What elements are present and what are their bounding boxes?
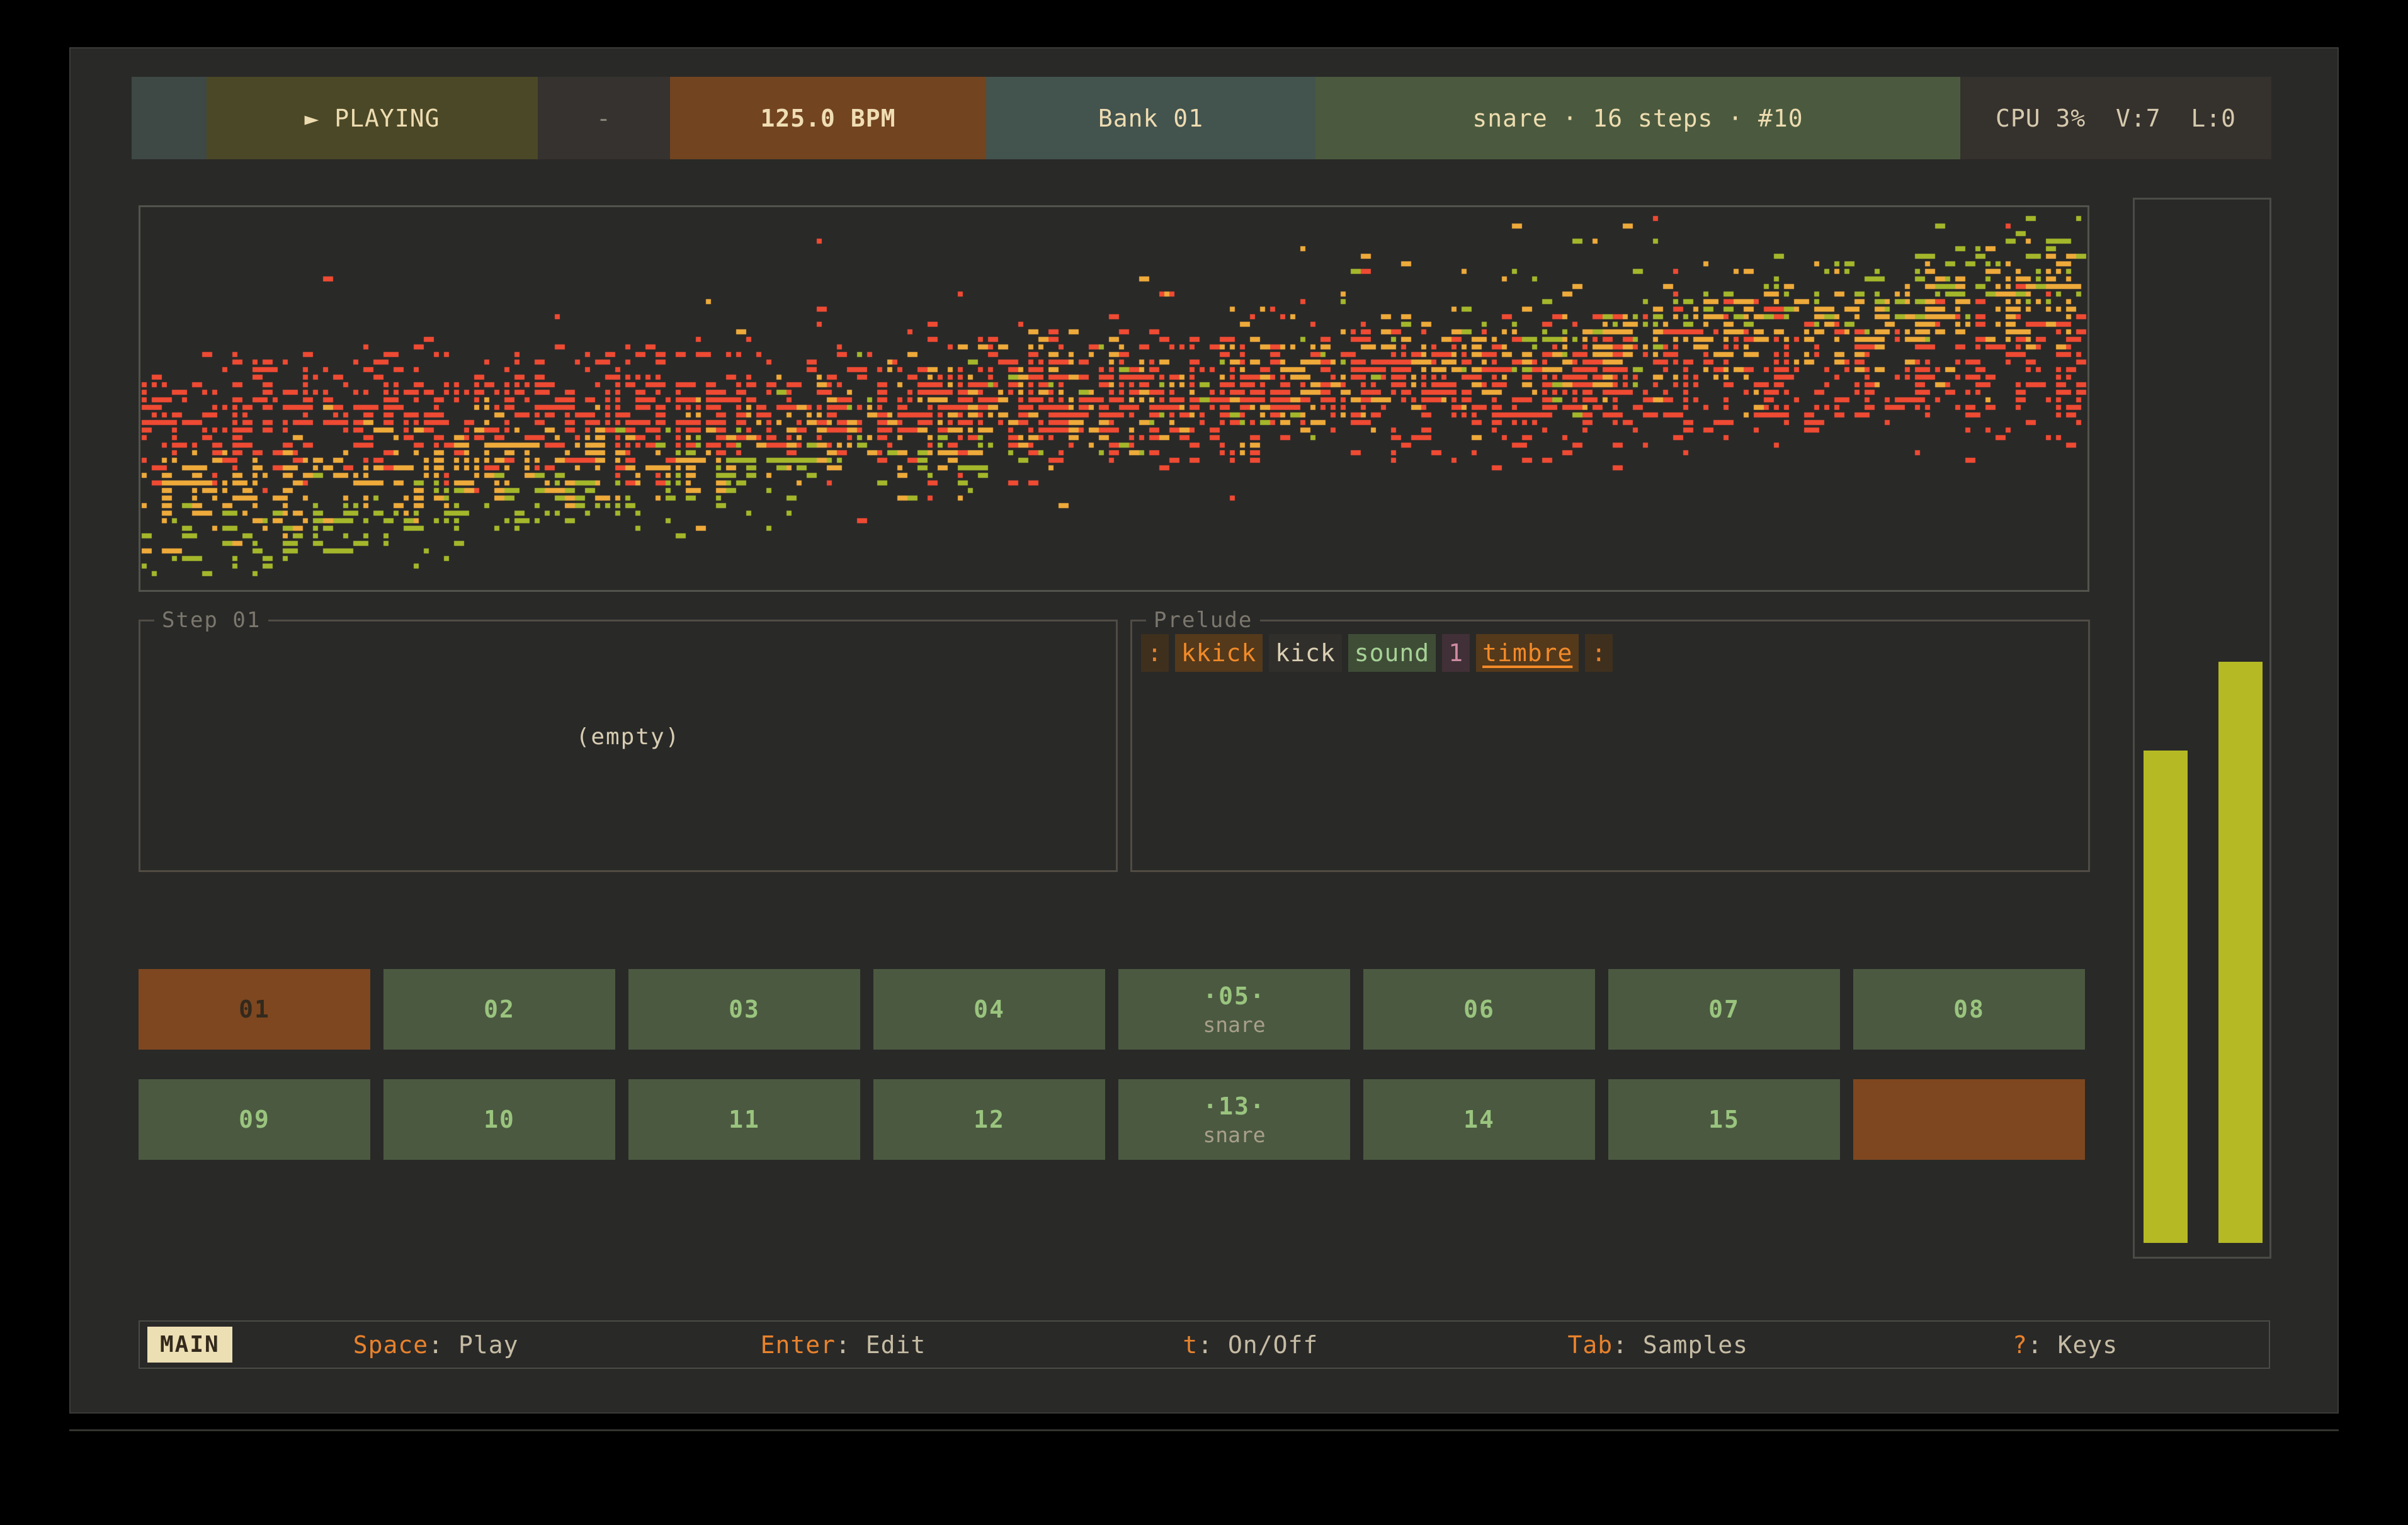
keyboard-hints: Space: PlayEnter: Editt: On/OffTab: Samp… (232, 1331, 2269, 1359)
app-window: ► PLAYING-125.0 BPMBank 01snare · 16 ste… (69, 47, 2339, 1414)
hint-edit: Enter: Edit (640, 1331, 1047, 1359)
step-button-09[interactable]: 09 (139, 1079, 370, 1160)
step-grid-row-2: 09 10 11 12 ·13· snare 14 15 (139, 1079, 2097, 1160)
step-button-label: 10 (484, 1108, 515, 1131)
topbar-segment-bpm[interactable]: 125.0 BPM (670, 77, 986, 159)
prelude-panel: Prelude :kkickkicksound1timbre: (1130, 608, 2090, 872)
step-button-sample-name: snare (1203, 1014, 1265, 1035)
hint-play: Space: Play (232, 1331, 640, 1359)
hint-key: Tab (1567, 1331, 1613, 1359)
topbar-segment-bank[interactable]: Bank 01 (986, 77, 1315, 159)
hint-key: Enter (761, 1331, 836, 1359)
hint-key: t (1183, 1331, 1198, 1359)
code-token-[interactable]: : (1585, 634, 1613, 672)
window-shadow-line (69, 1429, 2339, 1431)
hint-label: : Samples (1613, 1331, 1748, 1359)
step-button-label: 07 (1708, 997, 1740, 1021)
top-status-bar: ► PLAYING-125.0 BPMBank 01snare · 16 ste… (132, 77, 2271, 159)
step-button-label: ·05· (1203, 984, 1266, 1008)
code-token-1[interactable]: 1 (1442, 634, 1470, 672)
hint-key: ? (2013, 1331, 2028, 1359)
step-grid: 01 02 03 04 ·05· snare 06 07 08 09 10 11 12 ·13· snar… (139, 969, 2097, 1189)
step-button-14[interactable]: 14 (1363, 1079, 1595, 1160)
step-button-label: 08 (1953, 997, 1985, 1021)
step-button-03[interactable]: 03 (628, 969, 860, 1050)
step-button-15[interactable]: 15 (1608, 1079, 1840, 1160)
hint-label: : Edit (836, 1331, 926, 1359)
hint-key: Space (353, 1331, 428, 1359)
level-meter-panel (2133, 198, 2271, 1259)
step-button-07[interactable]: 07 (1608, 969, 1840, 1050)
topbar-segment-transport-block (132, 77, 207, 159)
code-token-sound[interactable]: sound (1348, 634, 1436, 672)
step-button-11[interactable]: 11 (628, 1079, 860, 1160)
topbar-segment-indicator[interactable]: - (538, 77, 670, 159)
step-button-label: 04 (974, 997, 1005, 1021)
step-button-10[interactable]: 10 (383, 1079, 615, 1160)
step-button-sample-name: snare (1203, 1125, 1265, 1145)
mode-badge: MAIN (147, 1327, 232, 1363)
step-button-label: ·13· (1203, 1094, 1266, 1118)
pattern-scatter-canvas (140, 207, 2087, 590)
step-button-label: 02 (484, 997, 515, 1021)
level-meter-left (2144, 751, 2188, 1243)
status-bar: MAIN Space: PlayEnter: Editt: On/OffTab:… (139, 1320, 2270, 1369)
prelude-panel-title: Prelude (1146, 608, 1260, 633)
step-grid-row-1: 01 02 03 04 ·05· snare 06 07 08 (139, 969, 2097, 1050)
code-token-[interactable]: : (1141, 634, 1169, 672)
step-button-label: 09 (239, 1108, 270, 1131)
step-empty-label: (empty) (140, 633, 1116, 841)
code-token-kick[interactable]: kick (1269, 634, 1342, 672)
step-button-12[interactable]: 12 (873, 1079, 1105, 1160)
step-button-08[interactable]: 08 (1853, 969, 2085, 1050)
step-panel-title: Step 01 (154, 608, 268, 633)
step-button-13[interactable]: ·13· snare (1118, 1079, 1350, 1160)
step-button-label: 12 (974, 1108, 1005, 1131)
step-button-label: 03 (729, 997, 760, 1021)
step-button-label: 14 (1463, 1108, 1495, 1131)
topbar-segment-track-info[interactable]: snare · 16 steps · #10 (1315, 77, 1960, 159)
step-button-06[interactable]: 06 (1363, 969, 1595, 1050)
topbar-segment-play-state[interactable]: ► PLAYING (207, 77, 538, 159)
hint-samples: Tab: Samples (1454, 1331, 1861, 1359)
step-button-label: 15 (1708, 1108, 1740, 1131)
step-detail-panel: Step 01 (empty) (139, 608, 1118, 872)
level-meter-right (2218, 662, 2263, 1243)
step-button-05[interactable]: ·05· snare (1118, 969, 1350, 1050)
hint-label: : On/Off (1198, 1331, 1318, 1359)
pattern-display (139, 205, 2089, 592)
step-button-label: 06 (1463, 997, 1495, 1021)
hint-label: : Play (428, 1331, 518, 1359)
hint-onoff: t: On/Off (1047, 1331, 1454, 1359)
topbar-segment-cpu-stats[interactable]: CPU 3% V:7 L:0 (1960, 77, 2271, 159)
step-button-01[interactable]: 01 (139, 969, 370, 1050)
hint-label: : Keys (2028, 1331, 2118, 1359)
prelude-code-line[interactable]: :kkickkicksound1timbre: (1141, 634, 1619, 672)
step-button-label: 01 (239, 997, 270, 1021)
step-button-label: 11 (729, 1108, 760, 1131)
step-button-04[interactable]: 04 (873, 969, 1105, 1050)
code-token-kkick[interactable]: kkick (1175, 634, 1263, 672)
hint-keys: ?: Keys (1861, 1331, 2269, 1359)
step-button-02[interactable]: 02 (383, 969, 615, 1050)
code-token-timbre[interactable]: timbre (1476, 634, 1579, 672)
step-button-16[interactable] (1853, 1079, 2085, 1160)
